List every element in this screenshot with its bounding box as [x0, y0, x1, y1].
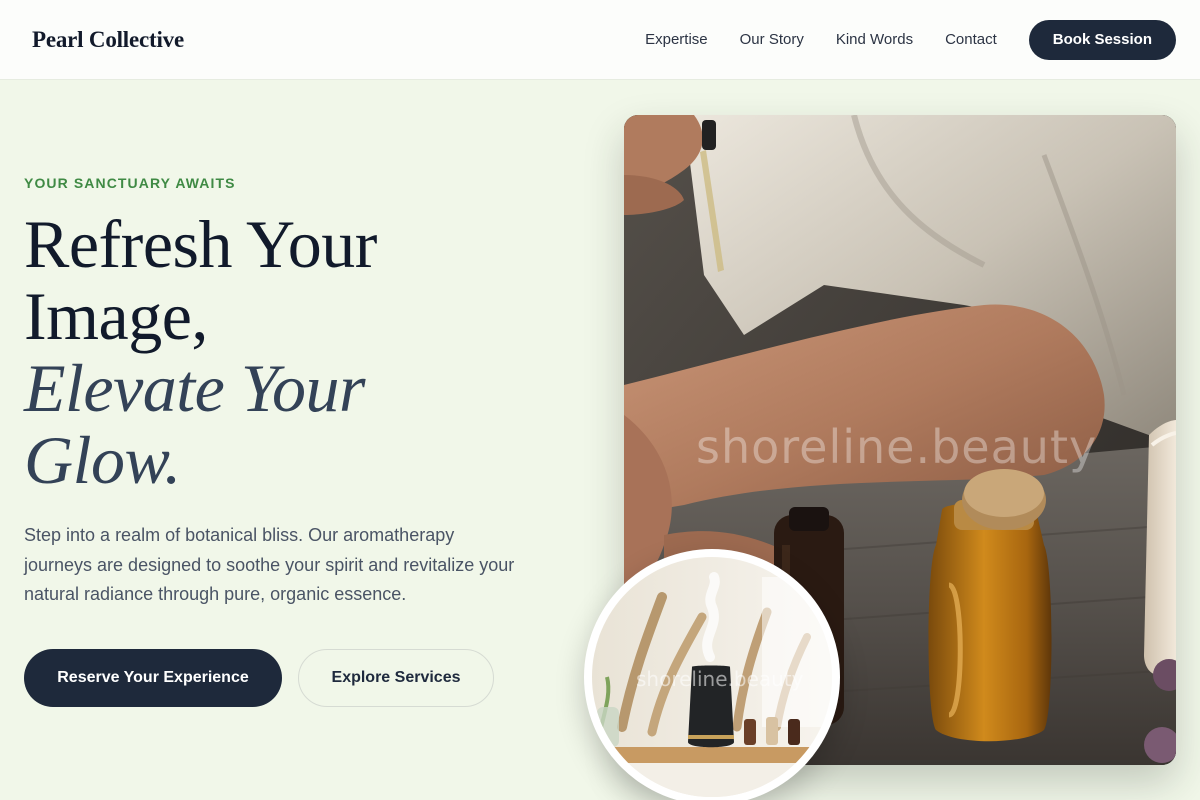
hero-eyebrow: YOUR SANCTUARY AWAITS [24, 175, 236, 191]
site-header: Pearl Collective Expertise Our Story Kin… [0, 0, 1200, 80]
headline-italic-line-1: Elevate Your [24, 350, 365, 426]
diffuser-inset-photo: shoreline.beauty [584, 549, 840, 800]
explore-services-button[interactable]: Explore Services [298, 649, 494, 707]
nav-link-contact[interactable]: Contact [945, 31, 997, 48]
reserve-experience-button[interactable]: Reserve Your Experience [24, 649, 282, 707]
brand-logo[interactable]: Pearl Collective [32, 27, 184, 53]
headline-italic-line-2: Glow. [24, 422, 181, 498]
hero-headline: Refresh Your Image, Elevate Your Glow. [24, 208, 377, 496]
inset-photo-watermark: shoreline.beauty [636, 667, 804, 691]
nav-link-our-story[interactable]: Our Story [740, 31, 804, 48]
headline-line-2: Image, [24, 278, 208, 354]
main-nav: Expertise Our Story Kind Words Contact B… [645, 19, 1176, 60]
headline-line-1: Refresh Your [24, 206, 377, 282]
book-session-button[interactable]: Book Session [1028, 19, 1176, 60]
hero-photo-watermark: shoreline.beauty [696, 420, 1098, 474]
nav-link-expertise[interactable]: Expertise [645, 31, 708, 48]
nav-link-kind-words[interactable]: Kind Words [836, 31, 913, 48]
hero-lead-text: Step into a realm of botanical bliss. Ou… [24, 525, 515, 604]
